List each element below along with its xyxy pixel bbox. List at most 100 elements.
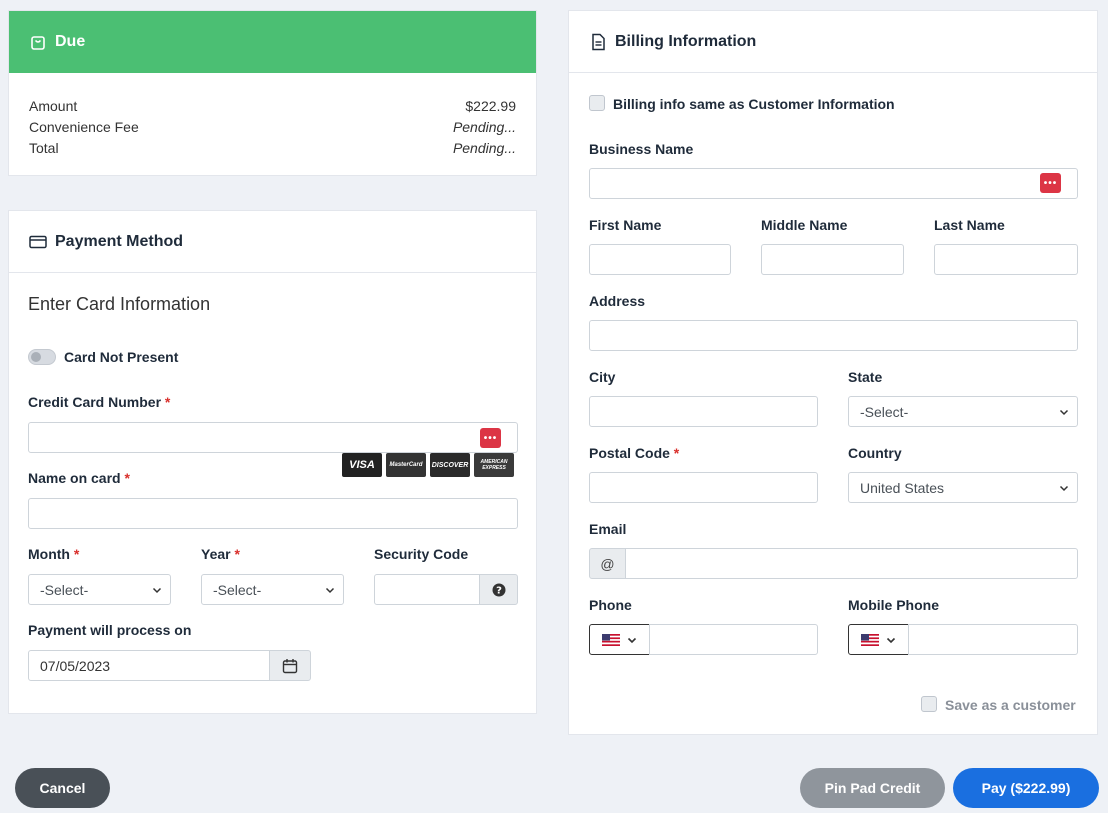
required-mark: * bbox=[73, 546, 80, 562]
us-flag-icon bbox=[861, 633, 879, 646]
credit-card-number-label: Credit Card Number * bbox=[28, 394, 170, 410]
document-icon bbox=[589, 33, 607, 51]
total-value: Pending... bbox=[452, 140, 516, 156]
month-label: Month * bbox=[28, 546, 79, 562]
enter-card-subtitle: Enter Card Information bbox=[28, 294, 211, 314]
postal-code-label: Postal Code * bbox=[589, 445, 679, 461]
svg-text:?: ? bbox=[496, 585, 502, 596]
business-name-label: Business Name bbox=[589, 141, 694, 157]
us-flag-icon bbox=[602, 633, 620, 646]
mastercard-logo: MasterCard bbox=[386, 453, 426, 477]
billing-title: Billing Information bbox=[615, 32, 757, 50]
chevron-down-icon bbox=[152, 587, 162, 593]
state-select[interactable]: -Select- bbox=[848, 396, 1078, 427]
year-label: Year * bbox=[201, 546, 240, 562]
year-select[interactable]: -Select- bbox=[201, 574, 344, 605]
save-customer-checkbox[interactable] bbox=[921, 696, 937, 712]
chevron-down-icon bbox=[325, 587, 335, 593]
name-on-card-input[interactable] bbox=[28, 498, 518, 529]
security-code-help[interactable]: ? bbox=[479, 574, 518, 605]
state-select-value: -Select- bbox=[860, 403, 909, 420]
first-name-label: First Name bbox=[589, 217, 662, 233]
country-select-value: United States bbox=[860, 479, 945, 496]
credit-card-number-input[interactable] bbox=[28, 422, 518, 453]
process-date-value: 07/05/2023 bbox=[40, 657, 111, 674]
mobile-country-dropdown[interactable] bbox=[848, 624, 909, 655]
total-label: Total bbox=[29, 140, 59, 156]
credit-card-number-text: Credit Card Number bbox=[28, 394, 162, 410]
email-at-prefix: @ bbox=[589, 548, 626, 579]
mobile-phone-label: Mobile Phone bbox=[848, 597, 939, 613]
year-text: Year bbox=[201, 546, 231, 562]
shopping-bag-icon bbox=[29, 33, 47, 51]
password-manager-icon[interactable]: ••• bbox=[1040, 173, 1061, 193]
first-name-input[interactable] bbox=[589, 244, 731, 275]
amex-logo: AMERICAN EXPRESS bbox=[474, 453, 514, 477]
name-on-card-text: Name on card bbox=[28, 470, 121, 486]
card-logos: VISA MasterCard DISCOVER AMERICAN EXPRES… bbox=[342, 453, 514, 477]
due-header: Due bbox=[9, 11, 536, 73]
postal-code-input[interactable] bbox=[589, 472, 818, 503]
payment-method-panel: Payment Method Enter Card Information Ca… bbox=[8, 210, 537, 714]
card-not-present-toggle[interactable] bbox=[28, 349, 56, 365]
convenience-fee-label: Convenience Fee bbox=[29, 119, 139, 135]
chevron-down-icon bbox=[1059, 485, 1069, 491]
country-select[interactable]: United States bbox=[848, 472, 1078, 503]
payment-title: Payment Method bbox=[55, 232, 184, 250]
required-mark: * bbox=[164, 394, 171, 410]
required-mark: * bbox=[234, 546, 240, 562]
country-label: Country bbox=[848, 445, 902, 461]
payment-header: Payment Method bbox=[9, 211, 536, 273]
last-name-input[interactable] bbox=[934, 244, 1078, 275]
total-row: Total Pending... bbox=[29, 138, 516, 159]
calendar-icon bbox=[282, 658, 298, 673]
business-name-input[interactable] bbox=[589, 168, 1078, 199]
city-label: City bbox=[589, 369, 616, 385]
same-as-customer-label: Billing info same as Customer Informatio… bbox=[613, 96, 895, 112]
chevron-down-icon bbox=[627, 637, 637, 643]
same-as-customer-checkbox[interactable] bbox=[589, 95, 605, 111]
required-mark: * bbox=[673, 445, 680, 461]
credit-card-icon bbox=[29, 233, 47, 251]
security-code-input[interactable] bbox=[374, 574, 480, 605]
save-customer-label: Save as a customer bbox=[945, 697, 1076, 713]
due-title: Due bbox=[55, 33, 86, 50]
pin-pad-credit-button[interactable]: Pin Pad Credit bbox=[800, 768, 945, 808]
month-select[interactable]: -Select- bbox=[28, 574, 171, 605]
amount-value: $222.99 bbox=[465, 98, 516, 114]
required-mark: * bbox=[124, 470, 130, 486]
phone-label: Phone bbox=[589, 597, 632, 613]
discover-logo: DISCOVER bbox=[430, 453, 470, 477]
pay-button[interactable]: Pay ($222.99) bbox=[953, 768, 1099, 808]
cancel-button[interactable]: Cancel bbox=[15, 768, 110, 808]
year-select-value: -Select- bbox=[213, 581, 262, 598]
amount-row: Amount $222.99 bbox=[29, 96, 516, 117]
address-input[interactable] bbox=[589, 320, 1078, 351]
process-date-input[interactable]: 07/05/2023 bbox=[28, 650, 270, 681]
middle-name-label: Middle Name bbox=[761, 217, 848, 233]
mobile-phone-input[interactable] bbox=[908, 624, 1078, 655]
process-date-label: Payment will process on bbox=[28, 622, 192, 638]
question-circle-icon: ? bbox=[492, 583, 505, 596]
address-label: Address bbox=[589, 293, 646, 309]
chevron-down-icon bbox=[886, 637, 896, 643]
convenience-fee-value: Pending... bbox=[452, 119, 516, 135]
month-text: Month bbox=[28, 546, 70, 562]
middle-name-input[interactable] bbox=[761, 244, 904, 275]
postal-code-text: Postal Code bbox=[589, 445, 670, 461]
phone-country-dropdown[interactable] bbox=[589, 624, 650, 655]
state-label: State bbox=[848, 369, 883, 385]
city-input[interactable] bbox=[589, 396, 818, 427]
billing-header: Billing Information bbox=[569, 11, 1097, 73]
last-name-label: Last Name bbox=[934, 217, 1005, 233]
phone-input[interactable] bbox=[649, 624, 818, 655]
billing-information-panel: Billing Information Billing info same as… bbox=[568, 10, 1098, 735]
calendar-button[interactable] bbox=[269, 650, 311, 681]
name-on-card-label: Name on card * bbox=[28, 470, 130, 486]
chevron-down-icon bbox=[1059, 409, 1069, 415]
due-panel: Due Amount $222.99 Convenience Fee Pendi… bbox=[8, 10, 537, 176]
email-input[interactable] bbox=[625, 548, 1078, 579]
password-manager-icon[interactable]: ••• bbox=[480, 428, 501, 448]
amount-label: Amount bbox=[29, 98, 78, 114]
card-not-present-label: Card Not Present bbox=[64, 349, 179, 365]
